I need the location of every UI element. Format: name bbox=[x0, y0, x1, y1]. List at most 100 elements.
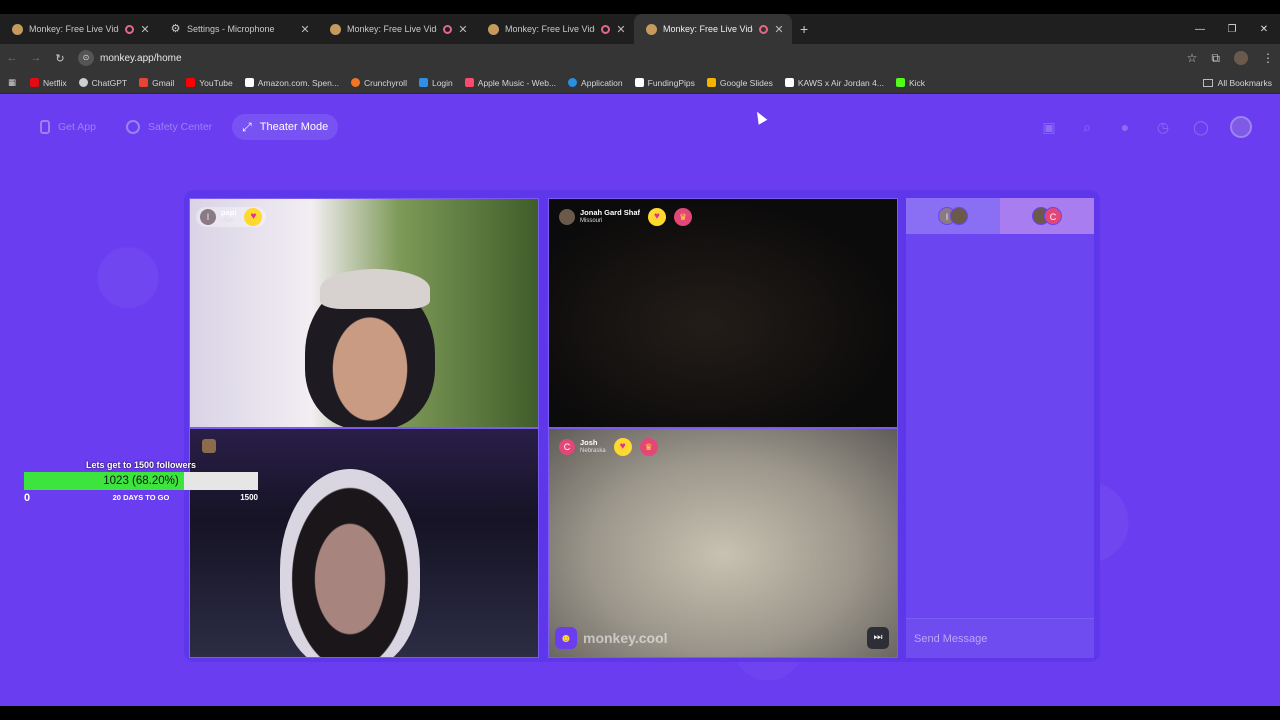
chat-tab-2[interactable]: C bbox=[1000, 198, 1094, 234]
close-tab-icon[interactable]: ✕ bbox=[458, 23, 468, 36]
bookmark-kick[interactable]: Kick bbox=[895, 78, 925, 88]
video-tile-jonah[interactable]: Jonah Gard Shaf Missouri ♥ ♛ bbox=[548, 198, 898, 428]
omnibox[interactable]: ⊙ monkey.app/home bbox=[78, 47, 182, 69]
user-initial-avatar: C bbox=[559, 439, 575, 455]
user-avatar[interactable] bbox=[1230, 116, 1252, 138]
bookmarks-bar: ▦ Netflix ChatGPT Gmail YouTube Amazon.c… bbox=[0, 72, 1280, 94]
user-tag[interactable]: I papi Utah ♥ bbox=[196, 207, 267, 227]
get-app-button[interactable]: Get App bbox=[30, 114, 106, 140]
user-location: Nebraska bbox=[580, 448, 606, 454]
forward-icon[interactable]: → bbox=[24, 52, 48, 64]
user-info: Josh Nebraska bbox=[580, 438, 606, 456]
user-info: Jonah Gard Shaf Missouri bbox=[580, 208, 640, 226]
bookmark-gmail[interactable]: Gmail bbox=[139, 78, 174, 88]
goal-progress-text: 1023 (68.20%) bbox=[103, 475, 179, 487]
apps-grid-icon[interactable]: ▦ bbox=[8, 77, 16, 88]
video-tile-josh[interactable]: C Josh Nebraska ♥ ♛ ☻ monkey.cool ⏭ bbox=[548, 428, 898, 658]
amazon-icon bbox=[244, 78, 254, 87]
participant-video bbox=[280, 469, 420, 657]
theater-mode-button[interactable]: ⤢ Theater Mode bbox=[232, 114, 339, 140]
globe-icon[interactable]: ● bbox=[1116, 118, 1134, 136]
close-window-icon[interactable]: ✕ bbox=[1248, 24, 1280, 35]
recording-icon bbox=[443, 24, 452, 34]
user-tag[interactable]: C Josh Nebraska ♥ ♛ bbox=[555, 437, 662, 457]
theater-icon: ⤢ bbox=[242, 119, 252, 134]
address-bar-row: ← → ↻ ⊙ monkey.app/home ☆ ⧉ ⋮ bbox=[0, 44, 1280, 72]
chat-icon[interactable]: ◯ bbox=[1192, 118, 1210, 136]
participant-cap bbox=[320, 269, 430, 309]
bookmark-crunchyroll[interactable]: Crunchyroll bbox=[350, 78, 407, 88]
search-icon[interactable]: ⌕ bbox=[1078, 118, 1096, 136]
bookmark-kaws[interactable]: KAWS x Air Jordan 4... bbox=[784, 78, 884, 88]
reload-icon[interactable]: ↻ bbox=[48, 52, 72, 65]
video-tile-papi[interactable]: I papi Utah ♥ bbox=[189, 198, 539, 428]
chatgpt-icon bbox=[78, 78, 88, 87]
bookmark-apple-music[interactable]: Apple Music - Web... bbox=[464, 77, 557, 88]
monkey-logo-icon: ☻ bbox=[555, 627, 577, 649]
history-icon[interactable]: ◷ bbox=[1154, 118, 1172, 136]
site-info-icon[interactable]: ⊙ bbox=[78, 50, 94, 66]
google-slides-icon bbox=[706, 78, 716, 87]
url-text[interactable]: monkey.app/home bbox=[100, 53, 182, 64]
hanger-icon[interactable]: ▣ bbox=[1040, 118, 1058, 136]
tab-monkey-3[interactable]: Monkey: Free Live Video Ch ✕ bbox=[476, 14, 634, 44]
application-icon bbox=[568, 78, 578, 87]
extensions-icon[interactable]: ⧉ bbox=[1211, 51, 1220, 66]
star-icon[interactable]: ☆ bbox=[1187, 51, 1198, 65]
close-tab-icon[interactable]: ✕ bbox=[300, 23, 310, 36]
all-bookmarks[interactable]: All Bookmarks bbox=[1202, 72, 1272, 94]
login-icon bbox=[418, 78, 428, 87]
window-controls: — ❐ ✕ bbox=[1184, 14, 1280, 44]
kaws-icon bbox=[784, 78, 794, 87]
tab-monkey-2[interactable]: Monkey: Free Live Video Ch ✕ bbox=[318, 14, 476, 44]
recording-icon bbox=[759, 24, 768, 34]
back-icon[interactable]: ← bbox=[0, 52, 24, 64]
tab-settings[interactable]: ⚙ Settings - Microphone ✕ bbox=[158, 14, 318, 44]
close-tab-icon[interactable]: ✕ bbox=[616, 23, 626, 36]
bookmark-label: Apple Music - Web... bbox=[477, 77, 557, 88]
bookmark-label: Google Slides bbox=[719, 77, 773, 88]
close-tab-icon[interactable]: ✕ bbox=[140, 23, 150, 36]
bookmark-netflix[interactable]: Netflix bbox=[30, 78, 67, 88]
bookmark-application[interactable]: Application bbox=[568, 78, 623, 88]
heart-icon[interactable]: ♥ bbox=[613, 438, 632, 456]
minimize-icon[interactable]: — bbox=[1184, 24, 1216, 35]
bottom-letterbox bbox=[0, 706, 1280, 720]
bookmark-label: FundingPips bbox=[647, 77, 695, 88]
bookmark-label: ChatGPT bbox=[91, 77, 128, 88]
tab-title: Monkey: Free Live Video Ch bbox=[29, 24, 119, 34]
profile-avatar[interactable] bbox=[1234, 51, 1248, 65]
gmail-icon bbox=[139, 78, 149, 87]
bookmark-fundingpips[interactable]: FundingPips bbox=[634, 77, 695, 88]
toolbar-right: ☆ ⧉ ⋮ bbox=[1187, 44, 1274, 72]
fundingpips-icon bbox=[634, 78, 644, 87]
bookmark-amazon[interactable]: Amazon.com. Spen... bbox=[244, 78, 339, 88]
bookmark-youtube[interactable]: YouTube bbox=[186, 78, 233, 88]
user-name: Jonah Gard Shaf bbox=[580, 208, 641, 217]
new-tab-button[interactable]: + bbox=[800, 21, 808, 37]
goal-title: Lets get to 1500 followers bbox=[85, 460, 197, 470]
heart-icon[interactable]: ♥ bbox=[244, 208, 263, 226]
goal-days-left: 20 DAYS TO GO bbox=[112, 493, 170, 502]
skip-button[interactable]: ⏭ bbox=[867, 627, 889, 649]
follower-goal-widget: Lets get to 1500 followers 1023 (68.20%)… bbox=[24, 460, 258, 506]
bookmark-label: Login bbox=[431, 77, 453, 88]
tab-title: Monkey: Free Live Video Ch bbox=[505, 24, 595, 34]
bookmark-login[interactable]: Login bbox=[418, 77, 453, 88]
user-info: papi Utah bbox=[221, 208, 236, 226]
kick-icon bbox=[895, 78, 905, 87]
tab-monkey-1[interactable]: Monkey: Free Live Video Ch ✕ bbox=[0, 14, 158, 44]
bookmark-chatgpt[interactable]: ChatGPT bbox=[78, 77, 128, 88]
user-tag[interactable]: Jonah Gard Shaf Missouri ♥ ♛ bbox=[555, 207, 696, 227]
send-message-input[interactable]: Send Message bbox=[906, 618, 1094, 658]
tab-monkey-active[interactable]: Monkey: Free Live Video Ch ✕ bbox=[634, 14, 792, 44]
restore-icon[interactable]: ❐ bbox=[1216, 24, 1248, 35]
safety-center-button[interactable]: Safety Center bbox=[116, 114, 222, 140]
safety-center-label: Safety Center bbox=[147, 121, 213, 133]
close-tab-icon[interactable]: ✕ bbox=[774, 23, 784, 36]
bookmark-google-slides[interactable]: Google Slides bbox=[706, 77, 773, 88]
gear-icon: ⚙ bbox=[170, 22, 181, 35]
chat-tab-1[interactable]: I bbox=[906, 198, 1000, 234]
heart-icon[interactable]: ♥ bbox=[648, 208, 667, 226]
menu-icon[interactable]: ⋮ bbox=[1262, 51, 1274, 65]
